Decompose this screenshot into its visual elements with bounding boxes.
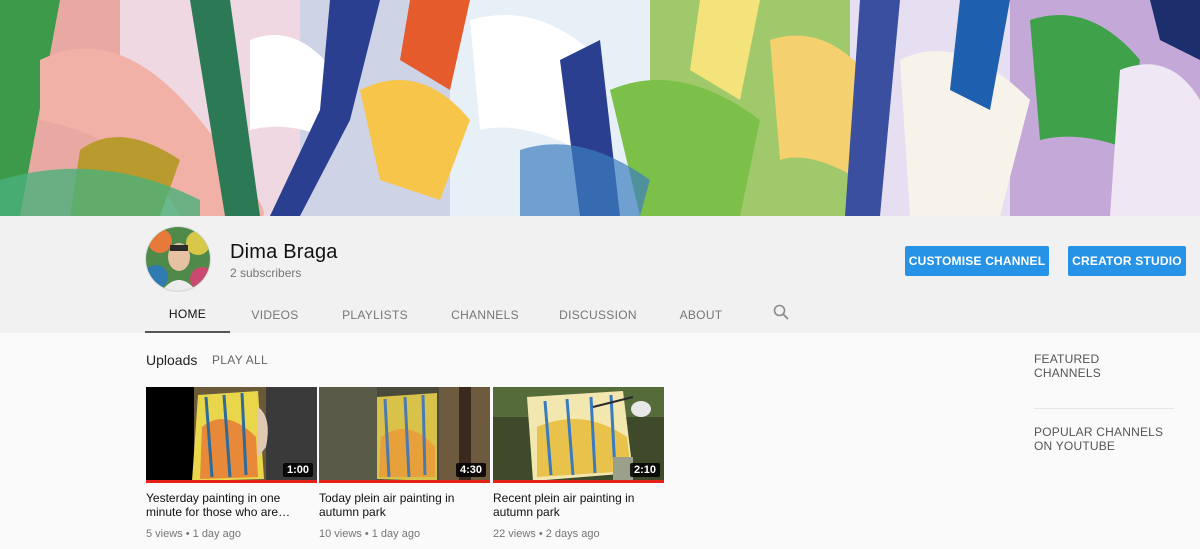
video-meta: 10 views • 1 day ago (319, 528, 421, 540)
video-title[interactable]: Today plein air painting in autumn park (319, 491, 490, 519)
watched-progress-bar (319, 480, 490, 483)
tab-videos[interactable]: VIDEOS (245, 296, 305, 333)
video-meta: 5 views • 1 day ago (146, 528, 241, 540)
video-meta: 22 views • 2 days ago (493, 528, 600, 540)
tab-discussion[interactable]: DISCUSSION (557, 296, 639, 333)
video-duration: 4:30 (455, 463, 486, 477)
video-duration: 1:00 (282, 463, 313, 477)
search-icon[interactable] (771, 296, 791, 328)
video-card[interactable]: 2:10 Recent plein air painting in autumn… (493, 387, 664, 540)
subscriber-count: 2 subscribers (230, 266, 302, 280)
featured-channels-heading: FEATURED CHANNELS (1034, 352, 1101, 380)
sidebar-divider (1034, 408, 1174, 409)
channel-avatar[interactable] (145, 226, 211, 292)
video-thumbnail[interactable]: 2:10 (493, 387, 664, 483)
video-title[interactable]: Recent plein air painting in autumn park (493, 491, 664, 519)
channel-header: Dima Braga 2 subscribers CUSTOMISE CHANN… (0, 216, 1200, 333)
banner-painting-image (0, 0, 1200, 216)
uploads-heading[interactable]: Uploads (146, 352, 197, 368)
tab-channels[interactable]: CHANNELS (445, 296, 525, 333)
creator-studio-button[interactable]: CREATOR STUDIO (1068, 246, 1186, 276)
avatar-image (146, 227, 210, 291)
channel-banner (0, 0, 1200, 216)
video-card[interactable]: 1:00 Yesterday painting in one minute fo… (146, 387, 317, 540)
video-card[interactable]: 4:30 Today plein air painting in autumn … (319, 387, 490, 540)
video-title[interactable]: Yesterday painting in one minute for tho… (146, 491, 317, 519)
play-all-link[interactable]: PLAY ALL (212, 353, 268, 367)
video-thumbnail[interactable]: 4:30 (319, 387, 490, 483)
watched-progress-bar (146, 480, 317, 483)
channel-name: Dima Braga (230, 241, 338, 263)
video-thumbnail[interactable]: 1:00 (146, 387, 317, 483)
tab-playlists[interactable]: PLAYLISTS (335, 296, 415, 333)
watched-progress-bar (493, 480, 664, 483)
video-duration: 2:10 (629, 463, 660, 477)
tab-home[interactable]: HOME (145, 296, 230, 333)
channel-content: Uploads PLAY ALL 1:00 Yesterday painting… (0, 333, 1200, 549)
customise-channel-button[interactable]: CUSTOMISE CHANNEL (905, 246, 1049, 276)
tab-about[interactable]: ABOUT (673, 296, 729, 333)
popular-channels-heading: POPULAR CHANNELS ON YOUTUBE (1034, 425, 1164, 453)
